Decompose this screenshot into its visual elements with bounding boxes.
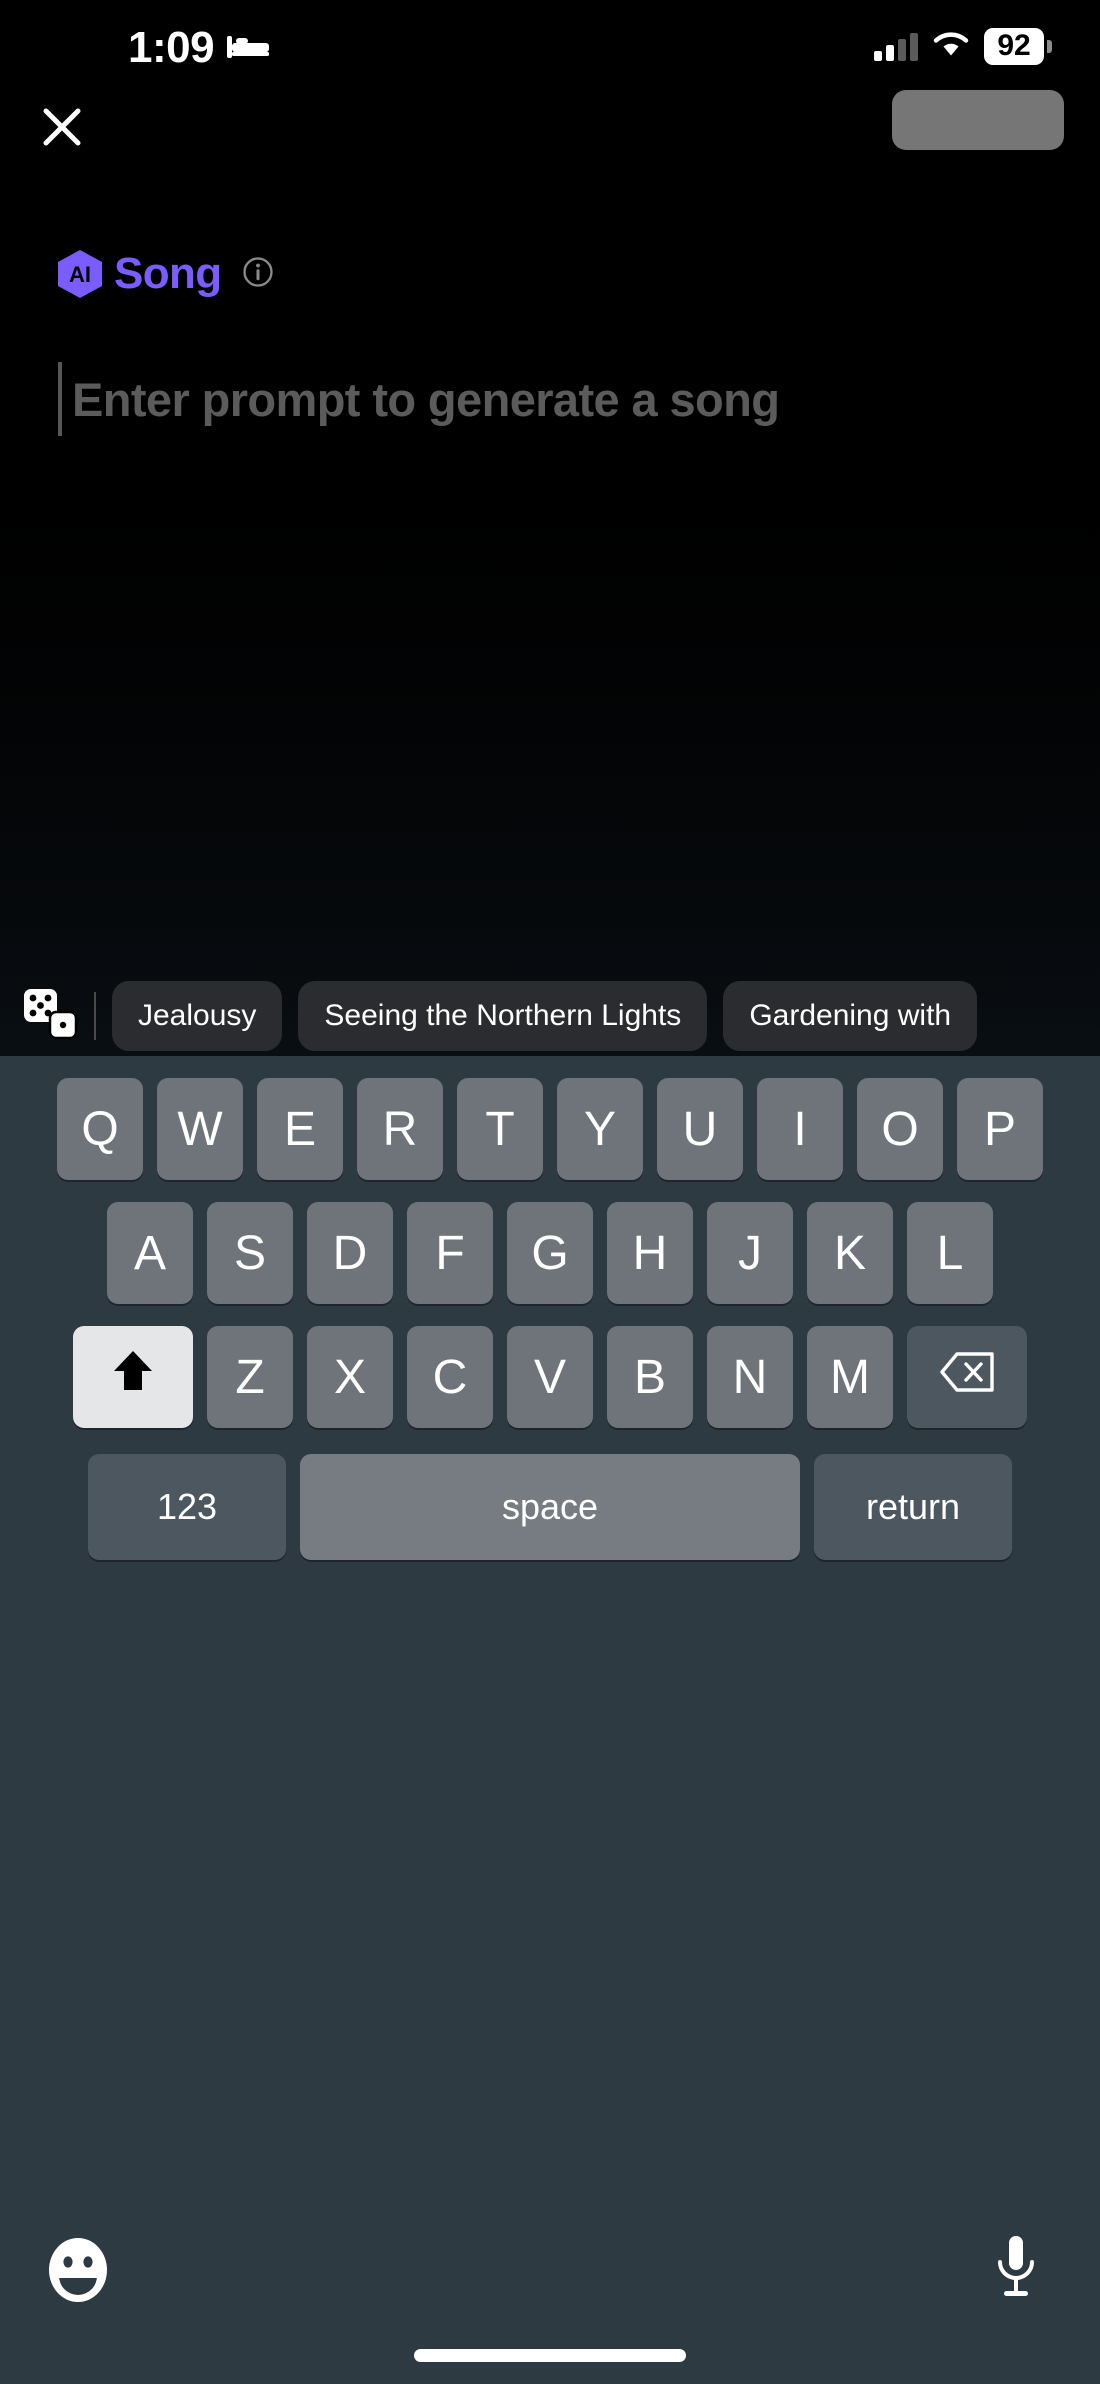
backspace-key[interactable] — [907, 1326, 1027, 1428]
keyboard-row-4: 123 space return — [0, 1428, 1100, 1560]
bed-icon — [226, 31, 270, 66]
key-b[interactable]: B — [607, 1326, 693, 1428]
ai-song-brand: AI Song — [58, 250, 274, 298]
home-indicator[interactable] — [414, 2349, 686, 2362]
dice-icon — [23, 988, 79, 1045]
key-w[interactable]: W — [157, 1078, 243, 1180]
backspace-icon — [939, 1350, 995, 1405]
key-p[interactable]: P — [957, 1078, 1043, 1180]
battery-icon: 92 — [984, 28, 1052, 65]
status-bar-clock: 1:09 — [128, 23, 215, 72]
on-screen-keyboard: Q W E R T Y U I O P A S D F G H J K L Z … — [0, 1056, 1100, 2384]
close-button[interactable] — [26, 93, 98, 165]
key-z[interactable]: Z — [207, 1326, 293, 1428]
microphone-icon — [992, 2234, 1040, 2311]
chips-divider — [94, 992, 96, 1040]
cellular-signal-icon — [874, 32, 918, 61]
space-key[interactable]: space — [300, 1454, 800, 1560]
top-nav-bar — [0, 88, 1100, 174]
key-m[interactable]: M — [807, 1326, 893, 1428]
key-g[interactable]: G — [507, 1202, 593, 1304]
close-icon — [37, 102, 87, 157]
keyboard-row-3: Z X C V B N M — [0, 1304, 1100, 1428]
key-j[interactable]: J — [707, 1202, 793, 1304]
key-x[interactable]: X — [307, 1326, 393, 1428]
status-bar: 1:09 92 — [0, 0, 1100, 92]
text-caret — [58, 362, 62, 436]
key-o[interactable]: O — [857, 1078, 943, 1180]
shift-arrow-icon — [110, 1346, 156, 1408]
key-t[interactable]: T — [457, 1078, 543, 1180]
info-icon[interactable] — [242, 256, 274, 293]
key-k[interactable]: K — [807, 1202, 893, 1304]
keyboard-bottom-bar — [0, 2216, 1100, 2384]
battery-percent: 92 — [984, 28, 1044, 65]
brand-title: Song — [114, 249, 222, 298]
nav-action-button[interactable] — [892, 90, 1064, 150]
key-e[interactable]: E — [257, 1078, 343, 1180]
key-d[interactable]: D — [307, 1202, 393, 1304]
key-f[interactable]: F — [407, 1202, 493, 1304]
key-q[interactable]: Q — [57, 1078, 143, 1180]
key-a[interactable]: A — [107, 1202, 193, 1304]
key-u[interactable]: U — [657, 1078, 743, 1180]
suggestion-chip[interactable]: Gardening with — [723, 981, 978, 1051]
chips-scroller[interactable]: Jealousy Seeing the Northern Lights Gard… — [112, 981, 1100, 1051]
suggestion-chips-bar: Jealousy Seeing the Northern Lights Gard… — [0, 978, 1100, 1054]
keyboard-row-1: Q W E R T Y U I O P — [0, 1056, 1100, 1180]
key-v[interactable]: V — [507, 1326, 593, 1428]
shift-key[interactable] — [73, 1326, 193, 1428]
key-i[interactable]: I — [757, 1078, 843, 1180]
key-h[interactable]: H — [607, 1202, 693, 1304]
wifi-icon — [932, 30, 970, 63]
key-s[interactable]: S — [207, 1202, 293, 1304]
battery-cap — [1047, 40, 1052, 53]
prompt-placeholder: Enter prompt to generate a song — [72, 372, 780, 426]
status-bar-right: 92 — [874, 28, 1052, 65]
key-y[interactable]: Y — [557, 1078, 643, 1180]
key-c[interactable]: C — [407, 1326, 493, 1428]
key-r[interactable]: R — [357, 1078, 443, 1180]
numbers-key[interactable]: 123 — [88, 1454, 286, 1560]
ai-hexagon-badge-icon: AI — [58, 250, 102, 298]
return-key[interactable]: return — [814, 1454, 1012, 1560]
key-n[interactable]: N — [707, 1326, 793, 1428]
emoji-key[interactable] — [42, 2236, 114, 2308]
prompt-input[interactable]: Enter prompt to generate a song — [58, 362, 780, 436]
keyboard-row-2: A S D F G H J K L — [0, 1180, 1100, 1304]
shuffle-suggestions-button[interactable] — [12, 978, 90, 1054]
emoji-smiley-icon — [46, 2236, 110, 2309]
status-bar-left: 1:09 — [128, 26, 270, 70]
suggestion-chip[interactable]: Jealousy — [112, 981, 283, 1051]
key-l[interactable]: L — [907, 1202, 993, 1304]
dictation-key[interactable] — [980, 2234, 1052, 2310]
svg-text:AI: AI — [69, 262, 91, 287]
suggestion-chip[interactable]: Seeing the Northern Lights — [298, 981, 708, 1051]
app-screen: 1:09 92 AI Song Enter prompt to generate… — [0, 0, 1100, 2384]
